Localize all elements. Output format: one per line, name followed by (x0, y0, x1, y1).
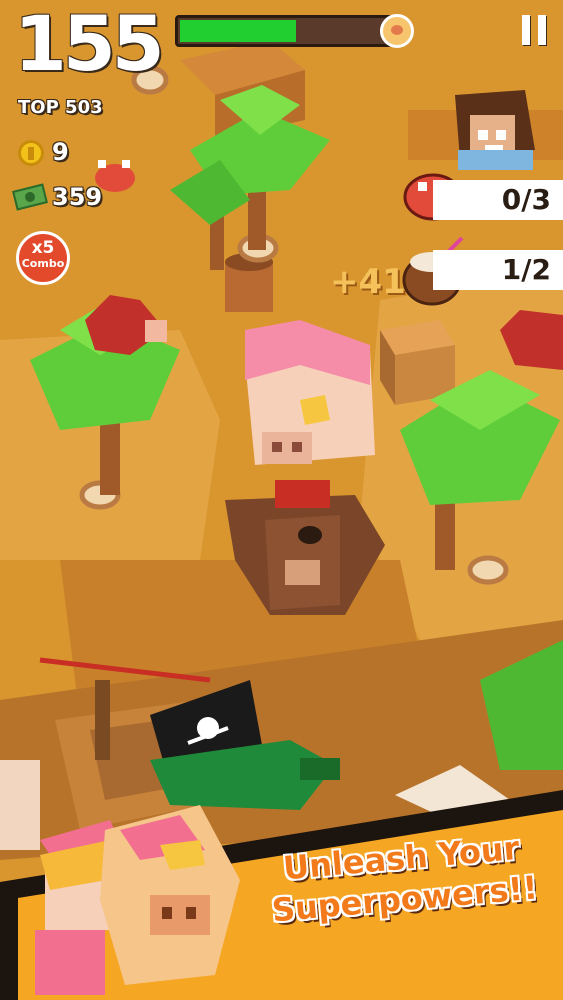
quest-row-crab: 0/3 (433, 180, 563, 220)
pause-button[interactable] (522, 15, 546, 45)
barrel (225, 253, 273, 312)
coin-icon (18, 140, 44, 166)
combo-label: Combo (21, 257, 65, 270)
quest-row-coconut: 1/2 (433, 250, 563, 290)
coconut (467, 555, 509, 585)
pause-icon (538, 15, 546, 45)
combo-multiplier: x5 (31, 238, 55, 258)
score-counter: 155 (14, 0, 165, 88)
wooden-crate (380, 320, 455, 405)
coin-count: 9 (52, 138, 69, 166)
level-progress-fill (180, 20, 296, 42)
pause-icon (522, 15, 530, 45)
level-progress-bar (175, 15, 393, 47)
combo-badge: x5 Combo (16, 231, 70, 285)
pig-face-icon (380, 14, 414, 48)
quest-progress: 0/3 (501, 183, 551, 216)
top-score-label: TOP 503 (18, 97, 103, 118)
cash-count: 359 (52, 183, 103, 211)
floating-points: +41 (330, 262, 406, 302)
stone-statue (0, 760, 40, 850)
quest-progress: 1/2 (501, 253, 551, 286)
